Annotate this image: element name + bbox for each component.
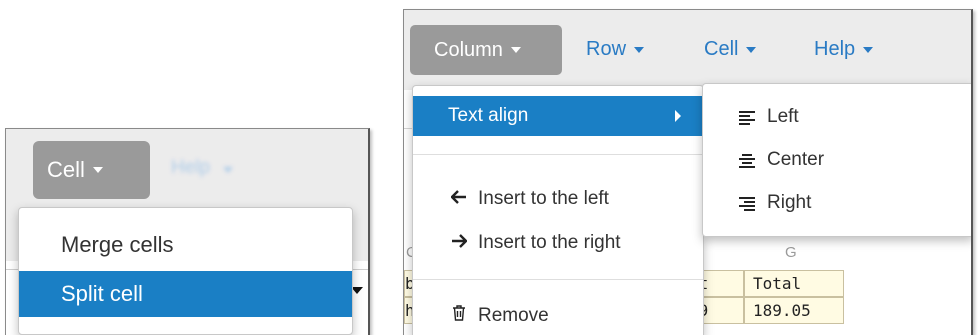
help-menu-link[interactable]: Help bbox=[814, 38, 874, 61]
chevron-down-icon bbox=[863, 46, 874, 53]
align-left-icon bbox=[739, 110, 755, 125]
menu-item-merge-cells[interactable]: Merge cells bbox=[19, 222, 352, 268]
arrow-left-icon bbox=[448, 188, 470, 210]
caret-right-icon bbox=[675, 110, 681, 122]
chevron-down-icon bbox=[634, 46, 645, 53]
trash-icon bbox=[448, 305, 470, 327]
menu-item-insert-right[interactable]: Insert to the right bbox=[413, 223, 703, 263]
align-center-icon bbox=[739, 153, 755, 168]
cell-menu-link[interactable]: Cell bbox=[704, 38, 757, 61]
row-menu-link[interactable]: Row bbox=[586, 38, 645, 61]
chevron-down-icon bbox=[510, 47, 521, 53]
left-screenshot-panel: Cell Help Merge cells Split cell bbox=[5, 128, 370, 335]
cell-dropdown-menu: Merge cells Split cell bbox=[18, 207, 353, 335]
right-screenshot-panel: Column Row Cell Help C G b he st Total 9… bbox=[403, 9, 973, 335]
table-cell[interactable]: 189.05 bbox=[744, 297, 844, 324]
menu-item-remove[interactable]: Remove bbox=[413, 296, 703, 335]
menu-item-align-left[interactable]: Left bbox=[703, 96, 971, 138]
column-header-g: G bbox=[785, 244, 797, 261]
arrow-right-icon bbox=[448, 232, 470, 254]
chevron-down-icon bbox=[746, 46, 757, 53]
menu-item-align-right[interactable]: Right bbox=[703, 182, 971, 224]
chevron-down-icon bbox=[223, 167, 234, 173]
align-right-icon bbox=[739, 196, 755, 211]
menu-item-align-center[interactable]: Center bbox=[703, 139, 971, 181]
column-menu-button[interactable]: Column bbox=[410, 25, 562, 75]
menu-divider bbox=[413, 279, 703, 280]
help-menu-link[interactable]: Help bbox=[171, 157, 234, 179]
text-align-submenu: Left Center Right bbox=[702, 83, 971, 237]
menu-item-split-cell[interactable]: Split cell bbox=[19, 271, 352, 317]
menu-item-insert-left[interactable]: Insert to the left bbox=[413, 179, 703, 219]
cell-menu-button[interactable]: Cell bbox=[33, 141, 150, 199]
chevron-down-icon bbox=[92, 167, 103, 173]
table-cell[interactable]: Total bbox=[744, 270, 844, 297]
menu-item-text-align[interactable]: Text align bbox=[413, 96, 703, 136]
menu-divider bbox=[413, 154, 703, 155]
menu-toolbar: Column Row Cell Help bbox=[404, 10, 971, 90]
column-dropdown-menu: Text align Insert to the left Insert to … bbox=[412, 85, 704, 335]
cell-menu-label: Cell bbox=[47, 157, 85, 182]
